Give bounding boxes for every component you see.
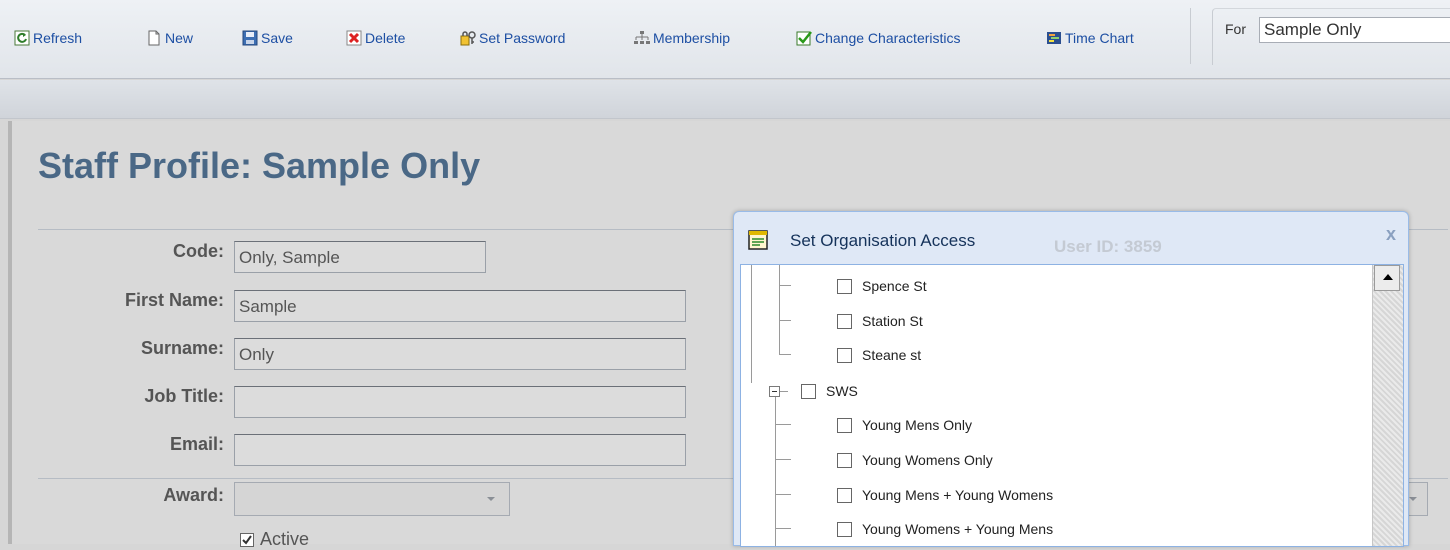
tree-line	[775, 494, 791, 495]
tree-checkbox[interactable]	[837, 278, 852, 294]
tree-line	[779, 320, 791, 321]
tree-line	[779, 354, 791, 355]
close-icon[interactable]: x	[1386, 224, 1396, 245]
set-password-label: Set Password	[479, 30, 566, 46]
save-button[interactable]: Save	[242, 26, 293, 50]
tree-checkbox[interactable]	[837, 313, 852, 329]
tree-item-label: Young Womens + Young Mens	[862, 521, 1054, 537]
set-password-button[interactable]: Set Password	[460, 26, 565, 50]
tree-item-label: Young Mens Only	[862, 417, 972, 433]
tree-item-label: Station St	[862, 313, 923, 329]
membership-button[interactable]: Membership	[634, 26, 730, 50]
time-chart-icon	[1047, 32, 1061, 44]
collapse-icon[interactable]	[769, 386, 780, 397]
tree-item-label: Spence St	[862, 278, 927, 294]
tree-item-steane-st[interactable]: Steane st	[837, 347, 921, 363]
first-name-input[interactable]: Sample	[234, 290, 686, 322]
tree-item-station-st[interactable]: Station St	[837, 313, 923, 329]
tree-checkbox[interactable]	[801, 383, 816, 399]
tree-item-sws[interactable]: SWS	[801, 383, 858, 399]
chevron-down-icon	[487, 497, 495, 501]
dialog-header: Set Organisation Access User ID: 3859 x	[734, 212, 1408, 258]
job-title-label: Job Title:	[144, 386, 224, 406]
save-disk-icon	[242, 30, 258, 46]
refresh-label: Refresh	[33, 30, 83, 46]
tree-item-label: Young Womens Only	[862, 452, 993, 468]
tree-item-label: SWS	[826, 383, 858, 399]
for-input[interactable]: Sample Only	[1259, 17, 1450, 43]
change-characteristics-label: Change Characteristics	[815, 30, 961, 46]
delete-button[interactable]: Delete	[346, 26, 405, 50]
key-lock-icon	[460, 31, 476, 46]
checkmark-icon	[796, 31, 812, 46]
code-label: Code:	[173, 241, 224, 261]
for-filter-group: For Sample Only	[1212, 8, 1450, 65]
tree-checkbox[interactable]	[837, 347, 852, 363]
award-label: Award:	[163, 485, 224, 505]
tree-checkbox[interactable]	[837, 521, 852, 537]
page-title: Staff Profile: Sample Only	[38, 145, 481, 186]
change-characteristics-button[interactable]: Change Characteristics	[796, 26, 961, 50]
hierarchy-icon	[634, 31, 650, 44]
scroll-up-arrow-icon[interactable]	[1374, 265, 1400, 291]
for-label: For	[1225, 21, 1246, 37]
organisation-tree: Spence St Station St Steane st SWS Young…	[740, 264, 1404, 547]
surname-label: Surname:	[140, 338, 224, 358]
tree-checkbox[interactable]	[837, 452, 852, 468]
tree-item-young-womens-only[interactable]: Young Womens Only	[837, 452, 993, 468]
tree-line	[751, 265, 752, 383]
tree-item-young-mens-only[interactable]: Young Mens Only	[837, 417, 972, 433]
active-checkbox[interactable]	[240, 532, 254, 547]
tree-checkbox[interactable]	[837, 487, 852, 503]
award-select[interactable]	[234, 482, 510, 516]
toolbar: Refresh New Save Delete Set Password Mem…	[0, 0, 1450, 79]
job-title-input[interactable]	[234, 386, 686, 418]
active-checkbox-row[interactable]: Active	[240, 529, 309, 550]
window-icon	[748, 230, 768, 250]
active-label: Active	[260, 529, 310, 549]
tree-line	[775, 528, 791, 529]
refresh-icon	[14, 30, 30, 46]
new-document-icon	[148, 30, 160, 46]
membership-label: Membership	[653, 30, 731, 46]
tree-line	[780, 391, 788, 392]
time-chart-label: Time Chart	[1065, 30, 1134, 46]
toolbar-button-group: Refresh New Save Delete Set Password Mem…	[6, 8, 1191, 64]
surname-input[interactable]: Only	[234, 338, 686, 370]
tree-line	[775, 424, 791, 425]
tree-line	[779, 285, 791, 286]
first-name-label: First Name:	[124, 290, 224, 310]
set-organisation-access-dialog: Set Organisation Access User ID: 3859 x …	[733, 211, 1409, 547]
tree-line	[775, 393, 776, 546]
vertical-scrollbar[interactable]	[1372, 265, 1403, 546]
tree-line	[775, 459, 791, 460]
tree-item-young-mens-young-womens[interactable]: Young Mens + Young Womens	[837, 487, 1053, 503]
toolbar-separator-band	[0, 80, 1450, 119]
refresh-button[interactable]: Refresh	[14, 26, 82, 50]
dialog-title: Set Organisation Access	[790, 231, 976, 250]
new-label: New	[165, 30, 194, 46]
tree-line	[779, 265, 780, 355]
new-button[interactable]: New	[146, 26, 193, 50]
delete-label: Delete	[365, 30, 406, 46]
delete-icon	[346, 30, 362, 46]
tree-item-label: Steane st	[862, 347, 922, 363]
save-label: Save	[261, 30, 293, 46]
tree-checkbox[interactable]	[837, 417, 852, 433]
chevron-down-icon	[1409, 497, 1417, 501]
time-chart-button[interactable]: Time Chart	[1046, 26, 1134, 50]
email-input[interactable]	[234, 434, 686, 466]
user-id-text: User ID: 3859	[1054, 237, 1162, 256]
tree-item-young-womens-young-mens[interactable]: Young Womens + Young Mens	[837, 521, 1053, 537]
tree-item-label: Young Mens + Young Womens	[862, 487, 1054, 503]
tree-item-spence-st[interactable]: Spence St	[837, 278, 927, 294]
code-input[interactable]: Only, Sample	[234, 241, 486, 273]
email-label: Email:	[169, 434, 224, 454]
